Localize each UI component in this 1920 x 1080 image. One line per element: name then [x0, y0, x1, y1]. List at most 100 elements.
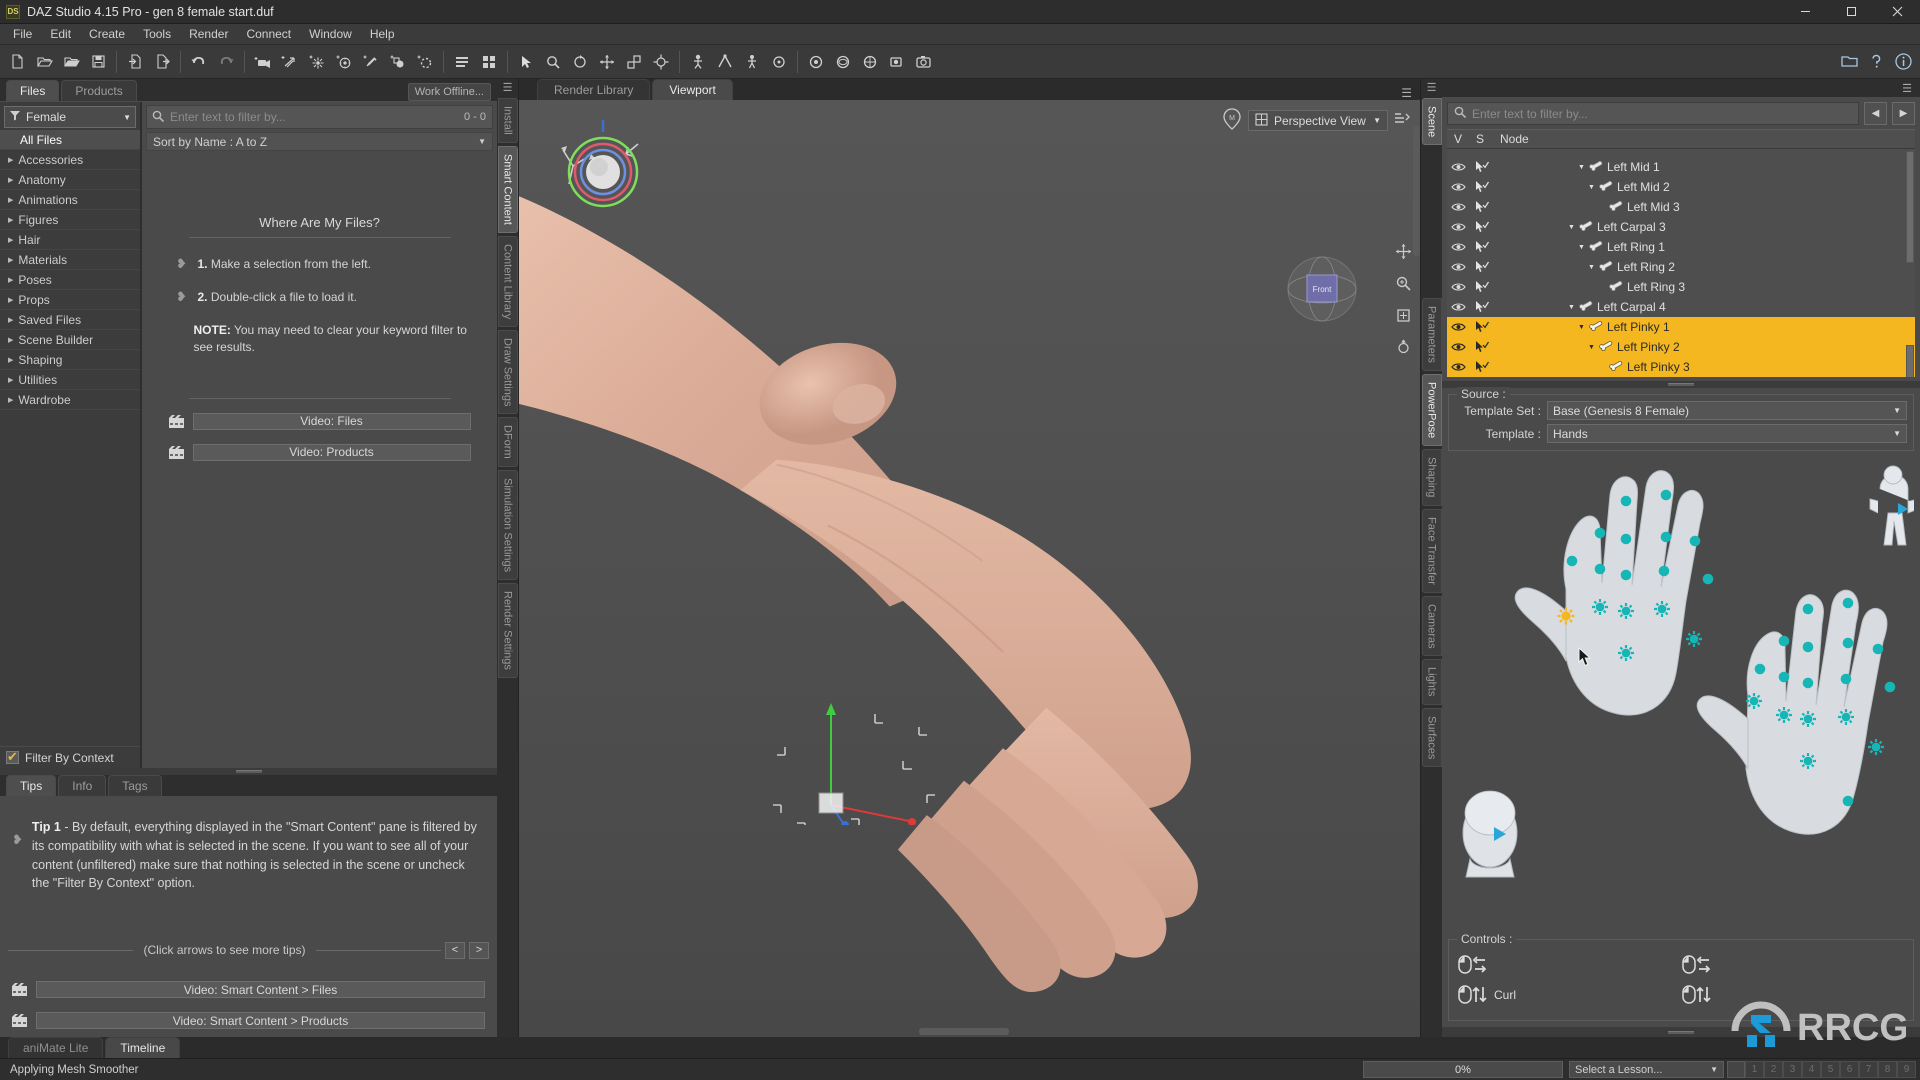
chevron-down-icon[interactable]: ▼: [1588, 264, 1595, 271]
vtab-lights[interactable]: Lights: [1421, 659, 1442, 705]
filter-by-context-row[interactable]: Filter By Context: [0, 746, 140, 768]
table-row[interactable]: ▼ Left Mid 1: [1447, 157, 1915, 177]
menu-edit[interactable]: Edit: [41, 25, 80, 43]
scene-tree-scrollbar[interactable]: [1906, 151, 1914, 263]
chevron-down-icon[interactable]: ▼: [1568, 304, 1575, 311]
visibility-eye-icon[interactable]: [1447, 362, 1469, 372]
mesh-grabber-icon[interactable]: [766, 49, 792, 75]
universal-icon[interactable]: [648, 49, 674, 75]
vtab-install[interactable]: Install: [497, 98, 518, 143]
vtab-cameras[interactable]: Cameras: [1421, 595, 1442, 657]
category-filter-combo[interactable]: Female ▼: [4, 106, 136, 128]
redo-icon[interactable]: [213, 49, 239, 75]
zoom-icon[interactable]: [1392, 272, 1414, 294]
view-mode-icon[interactable]: M: [1222, 108, 1242, 133]
category-item-props[interactable]: ▶ Props: [0, 290, 140, 310]
menu-window[interactable]: Window: [300, 25, 361, 43]
table-row[interactable]: Left Mid 3: [1447, 197, 1915, 217]
scene-pane-options-icon[interactable]: ☰: [1902, 82, 1912, 95]
selectable-cursor-icon[interactable]: [1469, 201, 1493, 213]
left-dock-splitter[interactable]: [0, 768, 497, 775]
template-combo[interactable]: Hands ▼: [1547, 424, 1907, 443]
vtab-powerpose[interactable]: PowerPose: [1421, 374, 1442, 447]
lesson-page-3[interactable]: 3: [1783, 1061, 1802, 1078]
lesson-page-9[interactable]: 9: [1897, 1061, 1916, 1078]
video-smart-content-files-button[interactable]: Video: Smart Content > Files: [36, 981, 485, 998]
tab-viewport[interactable]: Viewport: [652, 79, 733, 100]
maximize-button[interactable]: [1828, 0, 1874, 23]
table-row[interactable]: ▼ Left Pinky 1: [1447, 317, 1915, 337]
lesson-video-icon[interactable]: [1727, 1061, 1745, 1078]
file-search-bar[interactable]: 0 - 0: [146, 105, 493, 129]
powerpose-icon[interactable]: [739, 49, 765, 75]
video-files-button[interactable]: Video: Files: [192, 412, 471, 430]
table-row[interactable]: ▼ Left Ring 1: [1447, 237, 1915, 257]
camera-view-combo[interactable]: Perspective View ▼: [1248, 110, 1388, 131]
menu-tools[interactable]: Tools: [134, 25, 180, 43]
tips-prev-button[interactable]: <: [445, 941, 466, 959]
selectable-cursor-icon[interactable]: [1469, 221, 1493, 233]
visibility-eye-icon[interactable]: [1447, 242, 1469, 252]
pane-options-icon[interactable]: ☰: [1427, 81, 1437, 94]
selectable-cursor-icon[interactable]: [1469, 301, 1493, 313]
vtab-parameters[interactable]: Parameters: [1421, 298, 1442, 372]
scene-tree-scrollbar-thumb[interactable]: [1906, 345, 1914, 377]
push-modifier-icon[interactable]: [803, 49, 829, 75]
visibility-eye-icon[interactable]: [1447, 302, 1469, 312]
tab-files[interactable]: Files: [6, 80, 60, 101]
pan-icon[interactable]: [1392, 304, 1414, 326]
viewport-options-icon[interactable]: ☰: [1401, 86, 1412, 100]
scene-filter-field[interactable]: [1447, 102, 1859, 125]
scene-nav-prev-button[interactable]: ◀: [1864, 102, 1887, 125]
translate-icon[interactable]: [594, 49, 620, 75]
navigation-cube[interactable]: Front: [1285, 255, 1360, 323]
lesson-page-2[interactable]: 2: [1764, 1061, 1783, 1078]
chevron-down-icon[interactable]: ▼: [1588, 344, 1595, 351]
selectable-cursor-icon[interactable]: [1469, 321, 1493, 333]
spot-render-icon[interactable]: [884, 49, 910, 75]
selectable-cursor-icon[interactable]: [1469, 181, 1493, 193]
add-camera-icon[interactable]: [250, 49, 276, 75]
add-spot-light-icon[interactable]: [331, 49, 357, 75]
template-set-combo[interactable]: Base (Genesis 8 Female) ▼: [1547, 401, 1907, 420]
category-item-animations[interactable]: ▶ Animations: [0, 190, 140, 210]
scene-nav-next-button[interactable]: ▶: [1892, 102, 1915, 125]
magnifier-icon[interactable]: [540, 49, 566, 75]
table-row[interactable]: ▼ Left Carpal 3: [1447, 217, 1915, 237]
powerpose-template-canvas[interactable]: [1448, 459, 1914, 933]
chevron-down-icon[interactable]: ▼: [1578, 164, 1585, 171]
import-icon[interactable]: [122, 49, 148, 75]
new-file-icon[interactable]: [4, 49, 30, 75]
table-row[interactable]: ▼ Left Ring 2: [1447, 257, 1915, 277]
visibility-eye-icon[interactable]: [1447, 342, 1469, 352]
vtab-content-library[interactable]: Content Library: [497, 235, 518, 327]
selectable-cursor-icon[interactable]: [1469, 281, 1493, 293]
category-item-accessories[interactable]: ▶ Accessories: [0, 150, 140, 170]
chevron-down-icon[interactable]: ▼: [1588, 184, 1595, 191]
category-item-materials[interactable]: ▶ Materials: [0, 250, 140, 270]
chevron-down-icon[interactable]: ▼: [1578, 244, 1585, 251]
chevron-down-icon[interactable]: ▼: [1578, 324, 1585, 331]
info-icon[interactable]: [1890, 49, 1916, 75]
minimize-button[interactable]: [1782, 0, 1828, 23]
node-tool-icon[interactable]: [712, 49, 738, 75]
category-item-figures[interactable]: ▶ Figures: [0, 210, 140, 230]
lesson-page-6[interactable]: 6: [1840, 1061, 1859, 1078]
tab-tips[interactable]: Tips: [6, 775, 57, 796]
geometry-edit-icon[interactable]: [857, 49, 883, 75]
vtab-simulation-settings[interactable]: Simulation Settings: [497, 469, 518, 581]
visibility-eye-icon[interactable]: [1447, 322, 1469, 332]
menu-connect[interactable]: Connect: [237, 25, 300, 43]
menu-render[interactable]: Render: [180, 25, 237, 43]
category-item-poses[interactable]: ▶ Poses: [0, 270, 140, 290]
add-null-icon[interactable]: [412, 49, 438, 75]
scene-tree[interactable]: ▼ Left Mid 1 ▼ Left Mid 2 Left Mid 3 ▼ L…: [1447, 149, 1915, 377]
parameter-list-icon[interactable]: [449, 49, 475, 75]
category-item-scene-builder[interactable]: ▶ Scene Builder: [0, 330, 140, 350]
tips-next-button[interactable]: >: [469, 941, 490, 959]
add-distant-light-icon[interactable]: [277, 49, 303, 75]
vtab-draw-settings[interactable]: Draw Settings: [497, 329, 518, 415]
vtab-smart-content[interactable]: Smart Content: [497, 145, 518, 233]
video-smart-content-products-button[interactable]: Video: Smart Content > Products: [36, 1012, 485, 1029]
table-row[interactable]: [1447, 149, 1915, 157]
